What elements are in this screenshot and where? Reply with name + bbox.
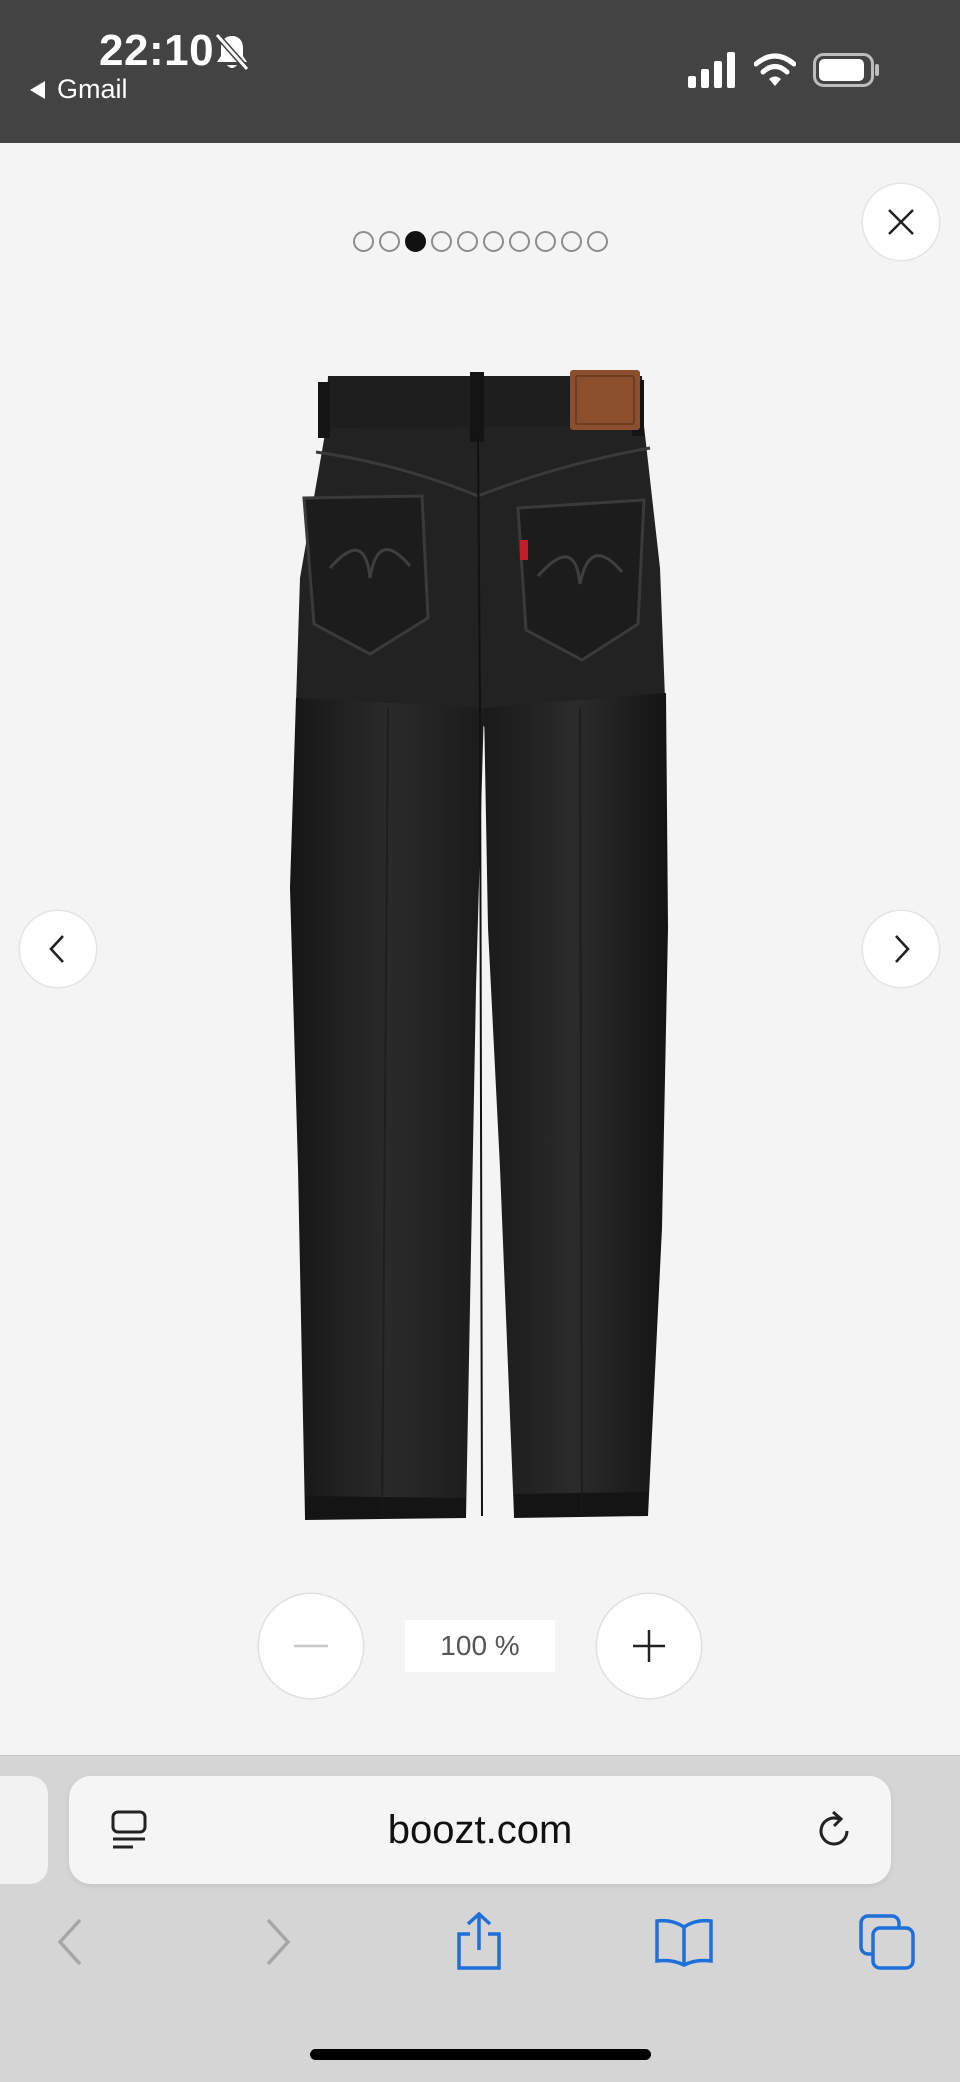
pagination-dot[interactable] (404, 231, 426, 252)
pagination-dot[interactable] (352, 231, 374, 252)
bell-slash-icon (214, 33, 250, 71)
browser-forward-button[interactable] (248, 1912, 308, 1972)
tabs-button[interactable] (857, 1912, 917, 1972)
gallery-pagination (0, 231, 960, 253)
back-app-label: Gmail (57, 74, 128, 104)
battery-icon (813, 53, 879, 87)
zoom-in-button[interactable] (597, 1594, 701, 1698)
previous-tab-card[interactable] (0, 1776, 48, 1884)
back-triangle-icon (30, 80, 45, 99)
plus-icon (633, 1630, 665, 1662)
next-image-button[interactable] (863, 911, 939, 987)
bookmarks-button[interactable] (654, 1912, 714, 1972)
pagination-dot[interactable] (560, 231, 582, 252)
pagination-dot[interactable] (586, 231, 608, 252)
home-indicator[interactable] (310, 2049, 651, 2060)
pagination-dot[interactable] (430, 231, 452, 252)
status-bar: 22:10 Gmail (0, 0, 960, 143)
pagination-dot[interactable] (508, 231, 530, 252)
chevron-right-icon (895, 935, 910, 963)
reload-icon[interactable] (814, 1810, 856, 1852)
tabs-icon (859, 1914, 915, 1970)
back-to-gmail-link[interactable]: Gmail (30, 74, 128, 105)
share-icon (457, 1912, 501, 1970)
address-bar[interactable]: boozt.com (69, 1776, 891, 1884)
pagination-dot[interactable] (378, 231, 400, 252)
chevron-left-icon (49, 935, 64, 963)
zoom-level-display: 100 % (405, 1620, 555, 1672)
wifi-icon (754, 53, 796, 86)
product-image (290, 370, 668, 1520)
pagination-dot[interactable] (482, 231, 504, 252)
forward-arrow-icon (266, 1918, 291, 1966)
reader-view-icon[interactable] (109, 1809, 151, 1853)
cellular-signal-icon (688, 52, 735, 88)
back-arrow-icon (57, 1918, 82, 1966)
pagination-dot[interactable] (456, 231, 478, 252)
share-button[interactable] (449, 1912, 509, 1972)
pagination-dot[interactable] (534, 231, 556, 252)
status-time: 22:10 (99, 26, 215, 75)
close-button[interactable] (863, 184, 939, 260)
zoom-out-button[interactable] (259, 1594, 363, 1698)
previous-image-button[interactable] (20, 911, 96, 987)
close-icon (888, 209, 914, 235)
minus-icon (294, 1644, 328, 1648)
bookmarks-icon (655, 1918, 713, 1967)
browser-back-button[interactable] (40, 1912, 100, 1972)
url-text: boozt.com (387, 1807, 573, 1852)
